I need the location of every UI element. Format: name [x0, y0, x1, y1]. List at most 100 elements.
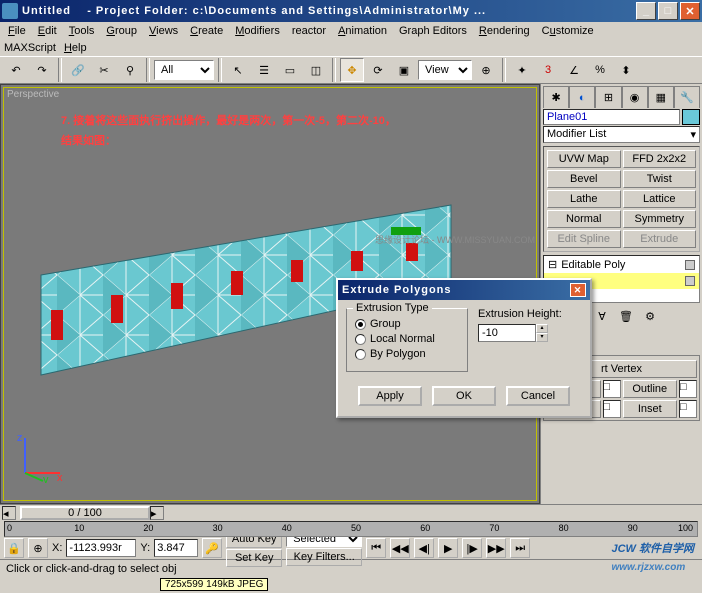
ref-coord-system[interactable]: View	[418, 60, 472, 80]
outline-button[interactable]: Outline	[623, 380, 678, 398]
select-button[interactable]: ↖	[226, 58, 250, 82]
menu-file[interactable]: FFileile	[4, 24, 30, 38]
y-coord-input[interactable]	[154, 539, 198, 557]
bind-button[interactable]: ⚲	[118, 58, 142, 82]
menu-views[interactable]: Views	[145, 24, 182, 38]
inset-settings-button[interactable]: □	[679, 400, 697, 418]
time-ruler[interactable]: 0 10 20 30 40 50 60 70 80 90 100	[4, 521, 698, 537]
next-key-button[interactable]: |▶	[462, 538, 482, 558]
select-by-name-button[interactable]: ☰	[252, 58, 276, 82]
mod-normal[interactable]: Normal	[547, 210, 621, 228]
set-key-button[interactable]: Set Key	[226, 549, 282, 567]
unlink-button[interactable]: ✂	[92, 58, 116, 82]
key-mode-button[interactable]: 🔑	[202, 538, 222, 558]
bevel-settings-button[interactable]: □	[603, 400, 621, 418]
mod-lathe[interactable]: Lathe	[547, 190, 621, 208]
dialog-close-button[interactable]: ✕	[570, 283, 586, 297]
object-name-field[interactable]: Plane01	[543, 109, 680, 125]
app-icon	[2, 3, 18, 19]
time-slider-right[interactable]: ▸	[150, 506, 164, 520]
menu-maxscript[interactable]: MAXScript	[4, 42, 56, 54]
mod-symmetry[interactable]: Symmetry	[623, 210, 697, 228]
move-button[interactable]: ✥	[340, 58, 364, 82]
menu-rendering[interactable]: Rendering	[475, 24, 534, 38]
menu-help[interactable]: Help	[64, 42, 87, 54]
menu-group[interactable]: Group	[102, 24, 141, 38]
tab-create[interactable]: ✱	[543, 86, 569, 108]
configure-sets-button[interactable]: ⚙	[639, 306, 661, 326]
mod-lattice[interactable]: Lattice	[623, 190, 697, 208]
rotate-button[interactable]: ⟳	[366, 58, 390, 82]
redo-button[interactable]: ↷	[30, 58, 54, 82]
menu-graph-editors[interactable]: Graph Editors	[395, 24, 471, 38]
select-region-button[interactable]: ▭	[278, 58, 302, 82]
tab-display[interactable]: ▦	[648, 86, 674, 108]
angle-snap-button[interactable]: ∠	[562, 58, 586, 82]
make-unique-button[interactable]: ∀	[591, 306, 613, 326]
extrusion-height-input[interactable]	[478, 324, 536, 342]
menu-animation[interactable]: Animation	[334, 24, 391, 38]
mod-uvwmap[interactable]: UVW Map	[547, 150, 621, 168]
time-slider-left[interactable]: ◂	[2, 506, 16, 520]
minimize-button[interactable]: _	[636, 2, 656, 20]
modifier-list-dropdown[interactable]: Modifier List▾	[543, 126, 700, 143]
mod-editspline[interactable]: Edit Spline	[547, 230, 621, 248]
close-button[interactable]: ✕	[680, 2, 700, 20]
object-color-swatch[interactable]	[682, 109, 700, 125]
lock-selection-button[interactable]: 🔒	[4, 538, 24, 558]
main-toolbar: ↶ ↷ 🔗 ✂ ⚲ All ↖ ☰ ▭ ◫ ✥ ⟳ ▣ View ⊕ ✦ 3 ∠…	[0, 56, 702, 84]
stack-editable-poly[interactable]: ⊟Editable Poly	[544, 256, 699, 273]
snap-button[interactable]: 3	[536, 58, 560, 82]
outline-settings-button[interactable]: □	[679, 380, 697, 398]
radio-group[interactable]: Group	[355, 318, 459, 330]
key-filters-button[interactable]: Key Filters...	[286, 548, 362, 566]
extrude-settings-button[interactable]: □	[603, 380, 621, 398]
use-center-button[interactable]: ⊕	[474, 58, 498, 82]
spinner-snap-button[interactable]: ⬍	[614, 58, 638, 82]
prev-frame-button[interactable]: ◀◀	[390, 538, 410, 558]
apply-button[interactable]: Apply	[358, 386, 422, 406]
tab-hierarchy[interactable]: ⊞	[595, 86, 621, 108]
menu-reactor[interactable]: reactor	[288, 24, 330, 38]
ok-button[interactable]: OK	[432, 386, 496, 406]
selection-filter[interactable]: All	[154, 60, 214, 80]
menu-edit[interactable]: Edit	[34, 24, 61, 38]
mod-bevel[interactable]: Bevel	[547, 170, 621, 188]
menu-create[interactable]: Create	[186, 24, 227, 38]
extrusion-type-label: Extrusion Type	[353, 302, 432, 314]
tutorial-annotation: 7. 接着将这些面执行挤出操作，最好是两次，第一次-5，第二次-10， 结果如图…	[61, 111, 396, 151]
mod-extrude[interactable]: Extrude	[623, 230, 697, 248]
abs-transform-button[interactable]: ⊕	[28, 538, 48, 558]
remove-modifier-button[interactable]: 🗑	[615, 306, 637, 326]
play-button[interactable]: ▶	[438, 538, 458, 558]
menu-tools[interactable]: Tools	[65, 24, 99, 38]
scale-button[interactable]: ▣	[392, 58, 416, 82]
goto-start-button[interactable]: ⏮	[366, 538, 386, 558]
height-spinner[interactable]: ▴▾	[536, 324, 548, 342]
menu-modifiers[interactable]: Modifiers	[231, 24, 284, 38]
manipulate-button[interactable]: ✦	[510, 58, 534, 82]
mod-twist[interactable]: Twist	[623, 170, 697, 188]
radio-by-polygon[interactable]: By Polygon	[355, 348, 459, 360]
link-button[interactable]: 🔗	[66, 58, 90, 82]
maximize-button[interactable]: □	[658, 2, 678, 20]
radio-local-normal[interactable]: Local Normal	[355, 333, 459, 345]
undo-button[interactable]: ↶	[4, 58, 28, 82]
tab-utilities[interactable]: 🔧	[674, 86, 700, 108]
tab-motion[interactable]: ◉	[622, 86, 648, 108]
radio-icon	[355, 334, 366, 345]
x-coord-input[interactable]	[66, 539, 136, 557]
cancel-button[interactable]: Cancel	[506, 386, 570, 406]
menu-customize[interactable]: Customize	[538, 24, 598, 38]
dialog-titlebar[interactable]: Extrude Polygons ✕	[338, 280, 590, 300]
next-frame-button[interactable]: ▶▶	[486, 538, 506, 558]
goto-end-button[interactable]: ⏭	[510, 538, 530, 558]
status-hint: Click or click-and-drag to select obj	[6, 563, 177, 575]
time-slider-thumb[interactable]: 0 / 100	[20, 506, 150, 520]
mod-ffd[interactable]: FFD 2x2x2	[623, 150, 697, 168]
tab-modify[interactable]: ◐	[569, 86, 595, 108]
prev-key-button[interactable]: ◀|	[414, 538, 434, 558]
percent-snap-button[interactable]: %	[588, 58, 612, 82]
window-crossing-button[interactable]: ◫	[304, 58, 328, 82]
inset-button[interactable]: Inset	[623, 400, 678, 418]
